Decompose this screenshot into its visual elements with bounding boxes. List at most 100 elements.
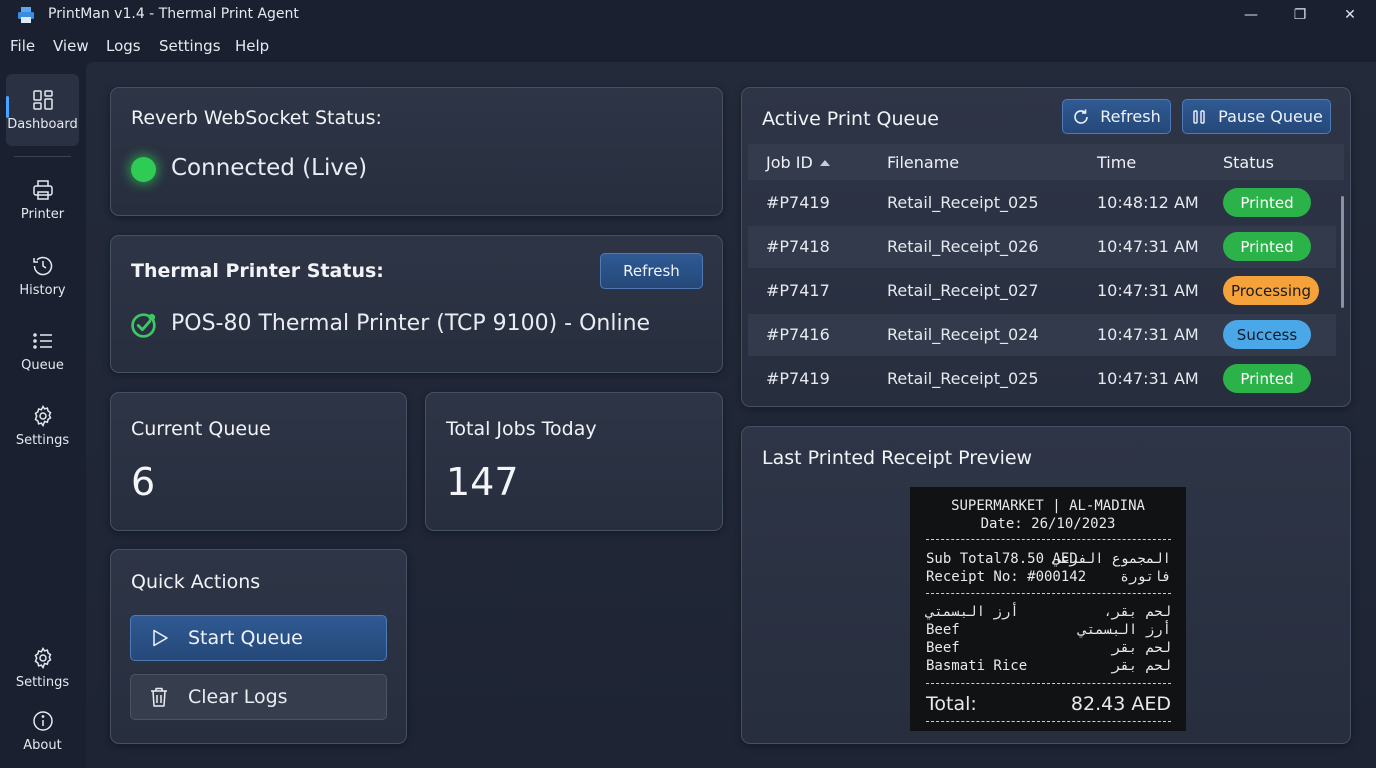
queue-refresh-button[interactable]: Refresh: [1062, 99, 1171, 134]
gear-icon: [34, 647, 51, 670]
menu-file[interactable]: File: [10, 37, 35, 55]
start-queue-button[interactable]: Start Queue: [130, 615, 387, 661]
maximize-button[interactable]: ❐: [1277, 0, 1323, 30]
printer-app-icon: [18, 7, 34, 23]
sidebar-item-history[interactable]: History: [6, 240, 79, 312]
receipt-date: Date: 26/10/2023: [980, 516, 1116, 532]
table-row[interactable]: #P7416 Retail_Receipt_024 10:47:31 AM Succe…: [748, 314, 1336, 356]
minimize-button[interactable]: —: [1228, 0, 1274, 30]
filename-cell: Retail_Receipt_025: [887, 369, 1039, 388]
time-cell: 10:48:12 AM: [1097, 193, 1199, 212]
receipt-paper: SUPERMARKET | AL-MADINA Date: 26/10/2023…: [910, 487, 1186, 731]
pause-icon: [1193, 109, 1205, 124]
queue-refresh-label: Refresh: [1100, 107, 1161, 126]
total-jobs-card: Total Jobs Today 147: [425, 392, 723, 531]
sort-ascending-icon[interactable]: [820, 160, 830, 166]
pause-queue-button[interactable]: Pause Queue: [1182, 99, 1331, 134]
job-id-cell: #P7418: [766, 237, 830, 256]
main-content: Reverb WebSocket Status: Connected (Live…: [86, 62, 1376, 768]
printer-refresh-label: Refresh: [623, 262, 680, 280]
receipt-item-right: لحم بقر،: [1103, 604, 1171, 620]
receipt-number: Receipt No: #000142: [926, 569, 1087, 585]
job-id-cell: #P7416: [766, 325, 830, 344]
receipt-separator: [926, 539, 1171, 540]
clear-logs-label: Clear Logs: [188, 686, 288, 708]
close-button[interactable]: ✕: [1327, 0, 1373, 30]
sidebar-item-settings[interactable]: Settings: [6, 390, 79, 462]
receipt-separator: [926, 593, 1171, 594]
clear-logs-button[interactable]: Clear Logs: [130, 674, 387, 720]
status-badge: Printed: [1223, 364, 1311, 393]
queue-scrollbar[interactable]: [1341, 196, 1344, 308]
sidebar-item-label: Printer: [20, 207, 65, 222]
sidebar-item-settings-bottom[interactable]: Settings: [6, 632, 79, 704]
receipt-number-arabic: فاتورة: [1120, 569, 1171, 585]
time-cell: 10:47:31 AM: [1097, 281, 1199, 300]
menu-logs[interactable]: Logs: [106, 37, 141, 55]
receipt-item-left: Basmati Rice: [926, 658, 1028, 674]
table-row[interactable]: #P7419 Retail_Receipt_025 10:48:12 AM Print…: [748, 182, 1336, 224]
info-icon: [32, 711, 53, 731]
job-id-cell: #P7419: [766, 193, 830, 212]
websocket-status-card: Reverb WebSocket Status: Connected (Live…: [110, 87, 723, 216]
receipt-separator: [926, 683, 1171, 684]
minimize-icon: —: [1244, 7, 1258, 23]
status-badge: Printed: [1223, 188, 1311, 217]
sidebar-item-label: Dashboard: [7, 117, 78, 132]
table-row[interactable]: #P7417 Retail_Receipt_027 10:47:31 AM Proce…: [748, 270, 1336, 312]
sidebar-divider: [14, 156, 71, 157]
total-jobs-label: Total Jobs Today: [446, 418, 597, 440]
connection-status-dot: [131, 157, 156, 182]
quick-actions-card: Quick Actions Start Queue Clear Logs: [110, 549, 407, 744]
check-circle-icon: [131, 313, 156, 338]
start-queue-label: Start Queue: [188, 627, 303, 649]
filename-cell: Retail_Receipt_024: [887, 325, 1039, 344]
printer-refresh-button[interactable]: Refresh: [600, 253, 703, 289]
window-title: PrintMan v1.4 - Thermal Print Agent: [48, 6, 299, 22]
sidebar-item-queue[interactable]: Queue: [6, 315, 79, 387]
time-cell: 10:47:31 AM: [1097, 237, 1199, 256]
maximize-icon: ❐: [1293, 7, 1307, 23]
table-row[interactable]: #P7419 Retail_Receipt_025 10:47:31 AM Print…: [748, 358, 1336, 400]
receipt-item-right: لحم بقر: [1111, 640, 1171, 656]
column-header-time[interactable]: Time: [1097, 153, 1136, 172]
receipt-preview-card: Last Printed Receipt Preview SUPERMARKET…: [741, 426, 1351, 744]
trash-icon: [151, 687, 167, 707]
current-queue-value: 6: [131, 460, 156, 504]
receipt-item-left: أرز البسمتي: [926, 604, 1019, 620]
filename-cell: Retail_Receipt_025: [887, 193, 1039, 212]
sidebar-item-label: Settings: [15, 433, 70, 448]
gear-icon: [34, 405, 51, 428]
receipt-item-left: Beef: [926, 640, 960, 656]
column-header-status[interactable]: Status: [1223, 153, 1274, 172]
job-id-cell: #P7417: [766, 281, 830, 300]
menu-settings[interactable]: Settings: [159, 37, 221, 55]
current-queue-card: Current Queue 6: [110, 392, 407, 531]
time-cell: 10:47:31 AM: [1097, 369, 1199, 388]
title-bar: PrintMan v1.4 - Thermal Print Agent — ❐ …: [0, 0, 1376, 30]
status-badge: Processing: [1223, 276, 1319, 305]
queue-table-header: Job ID Filename Time Status: [748, 144, 1344, 180]
menu-help[interactable]: Help: [235, 37, 269, 55]
column-header-job-id[interactable]: Job ID: [766, 153, 813, 172]
connection-status-text: Connected (Live): [171, 155, 368, 181]
dashboard-icon: [32, 90, 53, 110]
sidebar-item-dashboard[interactable]: Dashboard: [6, 74, 79, 146]
table-row[interactable]: #P7418 Retail_Receipt_026 10:47:31 AM Print…: [748, 226, 1336, 268]
sidebar-item-label: History: [19, 283, 66, 298]
sidebar-item-about[interactable]: About: [6, 695, 79, 767]
play-icon: [153, 629, 168, 647]
print-queue-title: Active Print Queue: [762, 108, 939, 130]
menu-bar: File View Logs Settings Help: [0, 30, 1376, 62]
history-icon: [32, 256, 52, 276]
printer-icon: [32, 180, 53, 200]
printer-status-text: POS-80 Thermal Printer (TCP 9100) - Onli…: [171, 311, 651, 336]
receipt-subtotal-arabic: المجموع الفرعي: [1052, 551, 1171, 567]
sidebar-item-printer[interactable]: Printer: [6, 164, 79, 236]
print-queue-card: Active Print Queue Refresh Pause Queue J…: [741, 87, 1351, 407]
menu-view[interactable]: View: [53, 37, 89, 55]
column-header-filename[interactable]: Filename: [887, 153, 959, 172]
websocket-status-title: Reverb WebSocket Status:: [131, 107, 382, 129]
receipt-item-right: أرز البسمتي: [1078, 622, 1171, 638]
status-badge: Success: [1223, 320, 1311, 349]
